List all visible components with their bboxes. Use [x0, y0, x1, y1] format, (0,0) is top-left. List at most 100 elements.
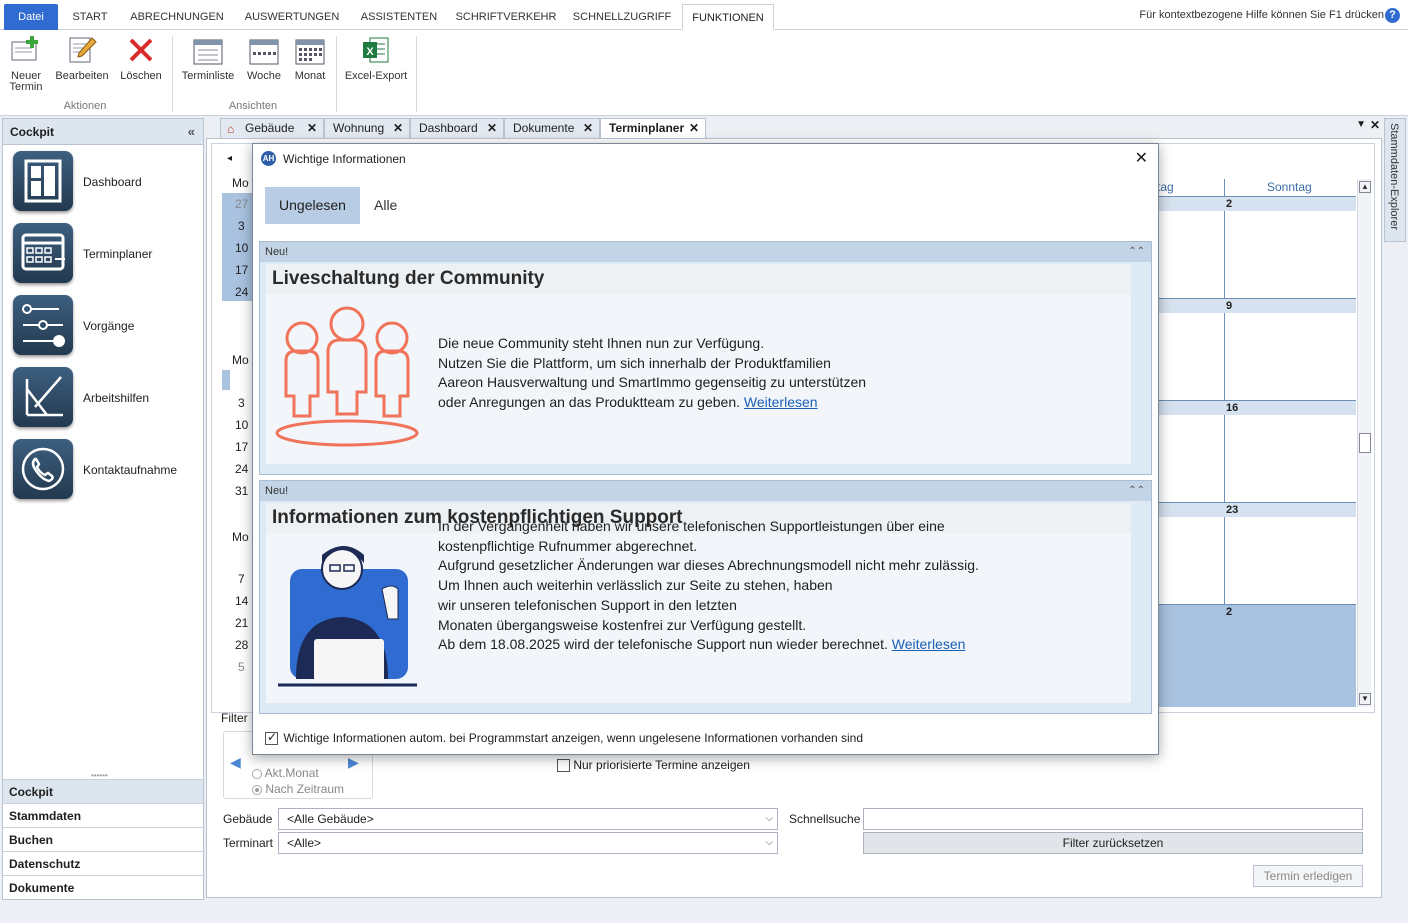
- radio-month[interactable]: Akt.Monat: [252, 766, 319, 780]
- minical-day[interactable]: 17: [235, 440, 248, 454]
- type-label: Terminart: [223, 836, 274, 850]
- week-button[interactable]: Woche: [244, 34, 284, 82]
- delete-button[interactable]: Löschen: [118, 34, 164, 82]
- tab-assistenten[interactable]: ASSISTENTEN: [352, 4, 446, 30]
- doctab-wohnung[interactable]: Wohnung ✕: [324, 118, 410, 138]
- doctab-dashboard[interactable]: Dashboard ✕: [410, 118, 504, 138]
- tab-funktionen[interactable]: FUNKTIONEN: [682, 4, 774, 30]
- nav-arbeitshilfen[interactable]: Arbeitshilfen: [13, 367, 198, 431]
- minical-day[interactable]: 17: [235, 263, 248, 277]
- close-icon[interactable]: ✕: [583, 119, 593, 137]
- nav-terminplaner[interactable]: Terminplaner: [13, 223, 198, 287]
- reset-filter-button[interactable]: Filter zurücksetzen: [863, 832, 1363, 854]
- nav-bottom-stammdaten[interactable]: Stammdaten: [3, 803, 203, 827]
- doctab-label: Gebäude: [245, 121, 295, 135]
- close-icon[interactable]: ✕: [307, 119, 317, 137]
- edit-icon: [66, 34, 98, 66]
- mark-done-button[interactable]: Termin erledigen: [1253, 865, 1363, 887]
- col-header-sunday: Sonntag: [1267, 180, 1312, 194]
- type-select[interactable]: <Alle> ⌵: [278, 832, 778, 854]
- prev-arrow-icon[interactable]: ◂: [227, 153, 232, 164]
- quicksearch-input[interactable]: [863, 808, 1363, 830]
- tab-schnellzugriff[interactable]: SCHNELLZUGRIFF: [566, 4, 678, 30]
- nav-dashboard[interactable]: Dashboard: [13, 151, 198, 215]
- card-title: Liveschaltung der Community: [266, 264, 1131, 294]
- next-date-icon[interactable]: ▶: [348, 754, 359, 771]
- text-line: Monaten übergangsweise kostenfrei zur Ve…: [438, 616, 807, 633]
- collapse-chevron-icon[interactable]: ⌃⌃: [1128, 242, 1145, 262]
- sunday-date[interactable]: 2: [1226, 606, 1232, 618]
- nav-kontaktaufnahme[interactable]: Kontaktaufnahme: [13, 439, 198, 503]
- card-header[interactable]: Neu! ⌃⌃: [260, 481, 1151, 501]
- building-label: Gebäude: [223, 812, 273, 826]
- tab-all[interactable]: Alle: [374, 197, 397, 213]
- sunday-date[interactable]: 2: [1226, 198, 1232, 210]
- tab-start[interactable]: START: [62, 4, 118, 30]
- filter-label: Filter: [221, 711, 248, 725]
- tab-file[interactable]: Datei: [4, 4, 58, 30]
- minical-day[interactable]: 10: [235, 418, 248, 432]
- doctab-gebaeude[interactable]: ⌂ Gebäude ✕: [220, 118, 324, 138]
- minical-day[interactable]: 5: [238, 660, 245, 674]
- scroll-down-icon[interactable]: ▼: [1359, 693, 1371, 705]
- info-card-support: Neu! ⌃⌃ Informationen zum kostenpflichtig…: [259, 480, 1152, 714]
- close-icon[interactable]: ✕: [393, 119, 403, 137]
- card-header[interactable]: Neu! ⌃⌃: [260, 242, 1151, 262]
- scroll-thumb[interactable]: [1359, 433, 1371, 453]
- minical-day[interactable]: 31: [235, 484, 248, 498]
- read-more-link[interactable]: Weiterlesen: [744, 394, 818, 410]
- nav-label: Dashboard: [83, 175, 142, 189]
- stammdaten-explorer-tab[interactable]: Stammdaten-Explorer: [1384, 118, 1406, 242]
- tab-unread[interactable]: Ungelesen: [265, 187, 360, 224]
- autoshow-checkbox[interactable]: ✓ Wichtige Informationen autom. bei Prog…: [265, 730, 863, 746]
- minical-day[interactable]: 24: [235, 462, 248, 476]
- excel-export-button[interactable]: X Excel-Export: [342, 34, 410, 82]
- tab-abrechnungen[interactable]: ABRECHNUNGEN: [122, 4, 232, 30]
- nav-bottom-cockpit[interactable]: Cockpit: [3, 779, 203, 803]
- minical-day[interactable]: 3: [238, 219, 245, 233]
- minical-day[interactable]: 10: [235, 241, 248, 255]
- minical-day[interactable]: 27: [235, 197, 248, 211]
- minical-day[interactable]: 21: [235, 616, 248, 630]
- prev-date-icon[interactable]: ◀: [230, 754, 241, 771]
- collapse-chevron-icon[interactable]: ⌃⌃: [1128, 481, 1145, 501]
- tab-list-icon[interactable]: ▼: [1356, 119, 1366, 130]
- building-select[interactable]: <Alle Gebäude> ⌵: [278, 808, 778, 830]
- close-icon[interactable]: ✕: [487, 119, 497, 137]
- minical-day[interactable]: 24: [235, 285, 248, 299]
- calendar-scrollbar[interactable]: ▲ ▼: [1357, 179, 1371, 707]
- tab-auswertungen[interactable]: AUSWERTUNGEN: [236, 4, 348, 30]
- edit-button[interactable]: Bearbeiten: [54, 34, 110, 82]
- minical-day[interactable]: 3: [238, 396, 245, 410]
- radio-range[interactable]: Nach Zeitraum: [252, 782, 344, 796]
- building-value: <Alle Gebäude>: [287, 812, 374, 826]
- minical-day[interactable]: 7: [238, 572, 245, 586]
- nav-vorgaenge[interactable]: Vorgänge: [13, 295, 198, 359]
- close-icon[interactable]: ✕: [689, 119, 699, 137]
- sunday-date[interactable]: 16: [1226, 402, 1238, 414]
- sunday-date[interactable]: 9: [1226, 300, 1232, 312]
- nav-bottom-buchen[interactable]: Buchen: [3, 827, 203, 851]
- sunday-date[interactable]: 23: [1226, 504, 1238, 516]
- collapse-icon[interactable]: «: [188, 119, 195, 145]
- tab-schriftverkehr[interactable]: SCHRIFTVERKEHR: [450, 4, 562, 30]
- read-more-link[interactable]: Weiterlesen: [892, 636, 966, 652]
- termlist-button[interactable]: Terminliste: [180, 34, 236, 82]
- minical-day[interactable]: 28: [235, 638, 248, 652]
- close-icon[interactable]: ✕: [1135, 148, 1148, 168]
- prio-checkbox[interactable]: Nur priorisierte Termine anzeigen: [557, 758, 750, 773]
- doctab-dokumente[interactable]: Dokumente ✕: [504, 118, 600, 138]
- nav-bottom-datenschutz[interactable]: Datenschutz: [3, 851, 203, 875]
- month-button[interactable]: Monat: [290, 34, 330, 82]
- excel-icon: X: [360, 34, 392, 66]
- type-value: <Alle>: [287, 836, 322, 850]
- new-appointment-button[interactable]: Neuer Termin: [6, 34, 46, 93]
- minical-day[interactable]: 14: [235, 594, 248, 608]
- close-all-icon[interactable]: ✕: [1370, 118, 1380, 132]
- help-icon[interactable]: ?: [1385, 8, 1400, 23]
- scroll-up-icon[interactable]: ▲: [1359, 181, 1371, 193]
- doctab-terminplaner[interactable]: Terminplaner ✕: [600, 118, 706, 138]
- cockpit-header: Cockpit «: [3, 119, 203, 145]
- nav-bottom-dokumente[interactable]: Dokumente: [3, 875, 203, 899]
- group-views-label: Ansichten: [228, 100, 278, 112]
